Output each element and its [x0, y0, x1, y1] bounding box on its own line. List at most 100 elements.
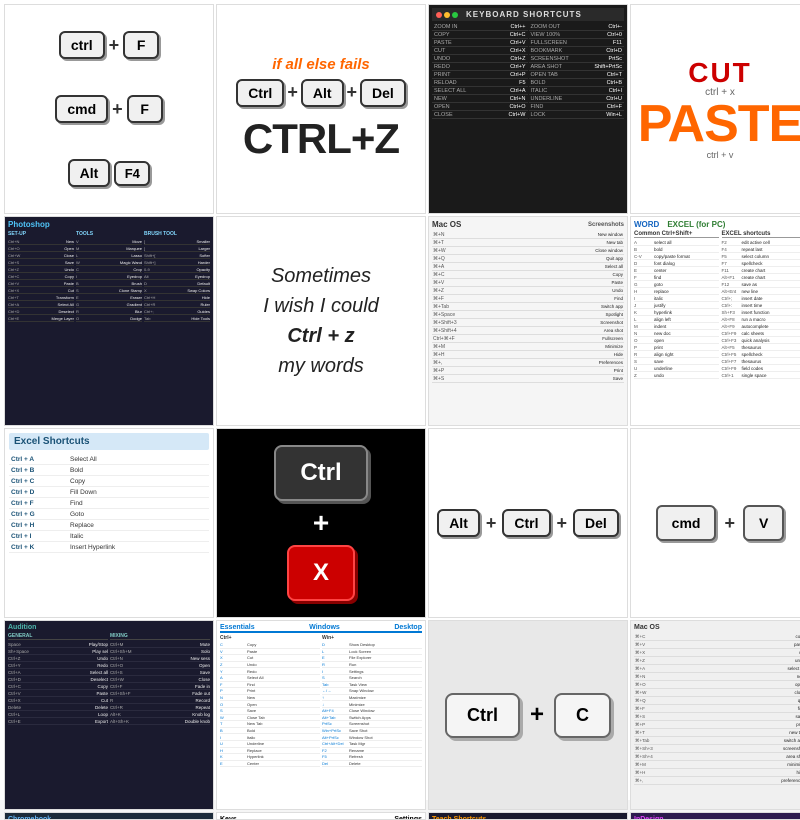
- we-row: F2edit active cell: [722, 239, 800, 246]
- excel-row: Ctrl + BBold: [9, 465, 209, 476]
- ps-setup-header: SET-UP: [8, 231, 74, 237]
- sc-row: VIEW 100%Ctrl+0: [529, 31, 625, 39]
- excel-row: Ctrl + CCopy: [9, 476, 209, 487]
- au-row: Ctrl+ASelect all: [8, 669, 108, 676]
- macos2-row: ⌘+Mminimize: [634, 761, 800, 769]
- sc-row: BOLDCtrl+B: [529, 79, 625, 87]
- ctrl-c-key-2: C: [554, 693, 611, 738]
- macos-row: ⌘+VPaste: [432, 279, 624, 287]
- indesign-title: InDesign: [634, 816, 800, 820]
- ps-setup-col: SET-UP Ctrl+NNew Ctrl+OOpen Ctrl+WClose …: [8, 231, 74, 322]
- we-row: Ctrl+F3quick analysis: [722, 337, 800, 344]
- keys-label: Keys: [220, 816, 237, 820]
- macos2-row: ⌘+Nnew: [634, 673, 800, 681]
- win-row: ISettings: [322, 668, 422, 675]
- wish-line1: Sometimes: [271, 265, 371, 287]
- sc-row: ITALICCtrl+I: [529, 87, 625, 95]
- macos2-title: Mac OS: [634, 624, 800, 631]
- paste-group: PASTE ctrl + v: [638, 98, 800, 160]
- we-row: C-Vcopy/paste format: [634, 253, 719, 260]
- macos-row: Ctrl+⌘+FFullscreen: [432, 335, 624, 343]
- teach-cell: Teach Shortcuts TeachSticker.com Ctrl+CC…: [428, 812, 628, 820]
- audition-shortcuts: GENERAL SpacePlay/Stop Sh+SpacePlay sel …: [8, 633, 210, 725]
- we-row: Aselect all: [634, 239, 719, 246]
- we-row: F7spellcheck: [722, 260, 800, 267]
- win-row: BBold: [220, 728, 320, 735]
- au-row: Ctrl+FFade in: [110, 683, 210, 690]
- dot-red: [436, 12, 442, 18]
- win-row: TNew Tab: [220, 721, 320, 728]
- macos2-row: ⌘+,preferences: [634, 777, 800, 785]
- plus-1: +: [109, 35, 120, 56]
- dot-green: [452, 12, 458, 18]
- win-row: Alt+F4Close Window: [322, 708, 422, 715]
- we-row: F12save as: [722, 281, 800, 288]
- win-row: UUnderline: [220, 741, 320, 748]
- sc-row: CUTCtrl+X: [432, 47, 528, 55]
- ps-row: Ctrl+WClose: [8, 252, 74, 259]
- au-row: Ctrl+LLoop: [8, 711, 108, 718]
- windows-shortcuts: Ctrl+ CCopy VPaste XCut ZUndo YRedo ASel…: [220, 635, 422, 767]
- we-row: Ctrl+F9calc sheets: [722, 330, 800, 337]
- ps-row: RBlur: [76, 308, 142, 315]
- ps-row: Ctrl+XCut: [8, 287, 74, 294]
- sc-row: COPYCtrl+C: [432, 31, 528, 39]
- ps-row: DDefault: [144, 280, 210, 287]
- plus-7: +: [724, 513, 735, 534]
- macos-row: ⌘+TabSwitch app: [432, 303, 624, 311]
- f-key-2: F: [127, 95, 163, 123]
- au-row: Ctrl+NNew sess: [110, 655, 210, 662]
- plus-2: +: [112, 99, 123, 120]
- excel-col: EXCEL shortcuts F2edit active cell F4rep…: [722, 231, 800, 379]
- win-row: YRedo: [220, 668, 320, 675]
- chromebook-title: Chromebook: [8, 816, 210, 820]
- win-row: NNew: [220, 695, 320, 702]
- sc-row: UNDERLINECtrl+U: [529, 95, 625, 103]
- excel-row: Ctrl + HReplace: [9, 520, 209, 531]
- wish-line2: I wish I could: [263, 295, 379, 317]
- win-row: VPaste: [220, 649, 320, 656]
- teach-title: Teach Shortcuts: [432, 816, 624, 820]
- macos-cell: Mac OS Screenshots ⌘+NNew window ⌘+TNew …: [428, 216, 628, 426]
- alt-key-3: Alt: [437, 509, 480, 537]
- wish-text: Sometimes I wish I could Ctrl + z my wor…: [263, 261, 379, 381]
- macos-row: ⌘+NNew window: [432, 231, 624, 239]
- win-row: ←/→Snap Window: [322, 688, 422, 695]
- chromebook-cell: Chromebook Select Ctrl → CCopy Dbookmark…: [4, 812, 214, 820]
- win-row: WClose Tab: [220, 715, 320, 722]
- v-key: V: [743, 505, 784, 541]
- f-key-1: F: [123, 31, 159, 59]
- sc-row: LOCKWin+L: [529, 111, 625, 119]
- cut-paste-cell: CUT ctrl + x PASTE ctrl + v: [630, 4, 800, 214]
- alt-f4-row: Alt F4: [68, 159, 151, 187]
- win-row: ↑Maximize: [322, 695, 422, 702]
- sc-row: FINDCtrl+F: [529, 103, 625, 111]
- macos2-row: ⌘+Zundo: [634, 657, 800, 665]
- sc-row: SELECT ALLCtrl+A: [432, 87, 528, 95]
- sc-col-left: ZOOM INCtrl++ COPYCtrl+C PASTECtrl+V CUT…: [432, 23, 528, 119]
- we-row: Alt+F5thesaurus: [722, 344, 800, 351]
- ctrl-c-plus: +: [530, 701, 544, 729]
- au-row: Ctrl+Sh+MSolo: [110, 648, 210, 655]
- photoshop-shortcuts: SET-UP Ctrl+NNew Ctrl+OOpen Ctrl+WClose …: [8, 231, 210, 322]
- ps-row: Ctrl+CCopy: [8, 273, 74, 280]
- au-row: Ctrl+VPaste: [8, 690, 108, 697]
- macos2-row: ⌘+Qquit: [634, 697, 800, 705]
- wish-line4: my words: [278, 355, 364, 377]
- excel-shortcuts-cell: Excel Shortcuts Ctrl + ASelect All Ctrl …: [4, 428, 214, 618]
- audition-title: Audition: [8, 624, 210, 631]
- win-row: Alt+TabSwitch Apps: [322, 715, 422, 722]
- macos2-row: ⌘+Hhide: [634, 769, 800, 777]
- macos-row: ⌘+Shift+3Screenshot: [432, 319, 624, 327]
- au-col-left: GENERAL SpacePlay/Stop Sh+SpacePlay sel …: [8, 633, 108, 725]
- shortcuts-table: ZOOM INCtrl++ COPYCtrl+C PASTECtrl+V CUT…: [432, 23, 624, 119]
- excel-row: Ctrl + ASelect All: [9, 454, 209, 465]
- wish-ctrl-z: Ctrl + z: [287, 325, 354, 347]
- ps-row: IEyedrop: [76, 273, 142, 280]
- au-row: Ctrl+ZUndo: [8, 655, 108, 662]
- f4-key: F4: [114, 161, 150, 186]
- ps-tools-header: TOOLS: [76, 231, 142, 237]
- sc-col-right: ZOOM OUTCtrl+- VIEW 100%Ctrl+0 FULLSCREE…: [529, 23, 625, 119]
- sc-row: OPENCtrl+O: [432, 103, 528, 111]
- macos2-shortcuts: ⌘+Ccopy ⌘+Vpaste ⌘+Xcut ⌘+Zundo ⌘+Aselec…: [634, 633, 800, 785]
